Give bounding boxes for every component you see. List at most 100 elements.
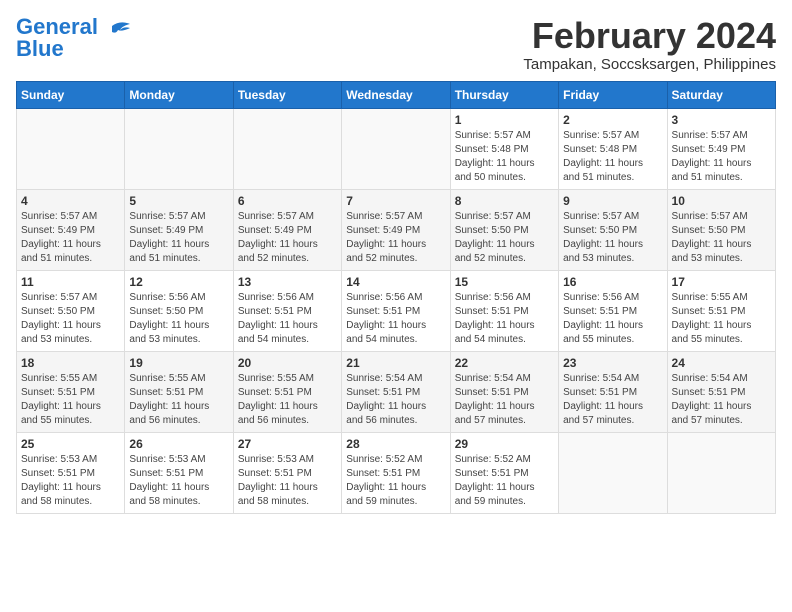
day-info: Sunrise: 5:56 AM Sunset: 5:51 PM Dayligh… <box>346 291 445 347</box>
day-number: 12 <box>129 275 228 289</box>
week-row-4: 18 Sunrise: 5:55 AM Sunset: 5:51 PM Dayli… <box>17 351 776 432</box>
day-info: Sunrise: 5:57 AM Sunset: 5:49 PM Dayligh… <box>672 129 771 185</box>
day-info: Sunrise: 5:53 AM Sunset: 5:51 PM Dayligh… <box>129 453 228 509</box>
calendar-cell <box>667 432 775 513</box>
day-number: 16 <box>563 275 662 289</box>
day-info: Sunrise: 5:57 AM Sunset: 5:49 PM Dayligh… <box>129 210 228 266</box>
day-number: 20 <box>238 356 337 370</box>
day-number: 17 <box>672 275 771 289</box>
column-header-friday: Friday <box>559 81 667 108</box>
calendar-cell: 8 Sunrise: 5:57 AM Sunset: 5:50 PM Daylig… <box>450 189 558 270</box>
calendar-cell <box>342 108 450 189</box>
calendar-cell: 6 Sunrise: 5:57 AM Sunset: 5:49 PM Daylig… <box>233 189 341 270</box>
day-number: 23 <box>563 356 662 370</box>
logo-text: GeneralBlue <box>16 16 98 60</box>
calendar-table: SundayMondayTuesdayWednesdayThursdayFrid… <box>16 81 776 514</box>
calendar-cell <box>559 432 667 513</box>
day-info: Sunrise: 5:54 AM Sunset: 5:51 PM Dayligh… <box>563 372 662 428</box>
column-header-wednesday: Wednesday <box>342 81 450 108</box>
week-row-5: 25Sunrise: 5:53 AM Sunset: 5:51 PM Dayli… <box>17 432 776 513</box>
calendar-cell <box>125 108 233 189</box>
calendar-cell <box>233 108 341 189</box>
day-info: Sunrise: 5:55 AM Sunset: 5:51 PM Dayligh… <box>238 372 337 428</box>
day-info: Sunrise: 5:54 AM Sunset: 5:51 PM Dayligh… <box>346 372 445 428</box>
calendar-cell: 12 Sunrise: 5:56 AM Sunset: 5:50 PM Dayli… <box>125 270 233 351</box>
column-header-sunday: Sunday <box>17 81 125 108</box>
day-number: 19 <box>129 356 228 370</box>
day-number: 26 <box>129 437 228 451</box>
column-header-monday: Monday <box>125 81 233 108</box>
calendar-cell: 17 Sunrise: 5:55 AM Sunset: 5:51 PM Dayli… <box>667 270 775 351</box>
column-header-tuesday: Tuesday <box>233 81 341 108</box>
column-header-thursday: Thursday <box>450 81 558 108</box>
calendar-cell: 20 Sunrise: 5:55 AM Sunset: 5:51 PM Dayli… <box>233 351 341 432</box>
day-number: 1 <box>455 113 554 127</box>
calendar-cell: 29Sunrise: 5:52 AM Sunset: 5:51 PM Dayli… <box>450 432 558 513</box>
day-number: 2 <box>563 113 662 127</box>
calendar-cell: 22Sunrise: 5:54 AM Sunset: 5:51 PM Dayli… <box>450 351 558 432</box>
day-info: Sunrise: 5:52 AM Sunset: 5:51 PM Dayligh… <box>455 453 554 509</box>
calendar-cell: 16 Sunrise: 5:56 AM Sunset: 5:51 PM Dayli… <box>559 270 667 351</box>
day-number: 14 <box>346 275 445 289</box>
calendar-cell: 24Sunrise: 5:54 AM Sunset: 5:51 PM Dayli… <box>667 351 775 432</box>
calendar-cell <box>17 108 125 189</box>
day-number: 6 <box>238 194 337 208</box>
column-header-saturday: Saturday <box>667 81 775 108</box>
day-number: 15 <box>455 275 554 289</box>
day-number: 27 <box>238 437 337 451</box>
calendar-cell: 14 Sunrise: 5:56 AM Sunset: 5:51 PM Dayli… <box>342 270 450 351</box>
day-info: Sunrise: 5:55 AM Sunset: 5:51 PM Dayligh… <box>21 372 120 428</box>
day-info: Sunrise: 5:57 AM Sunset: 5:50 PM Dayligh… <box>455 210 554 266</box>
calendar-cell: 4Sunrise: 5:57 AM Sunset: 5:49 PM Daylig… <box>17 189 125 270</box>
week-row-1: 1 Sunrise: 5:57 AM Sunset: 5:48 PM Daylig… <box>17 108 776 189</box>
day-info: Sunrise: 5:57 AM Sunset: 5:49 PM Dayligh… <box>238 210 337 266</box>
day-info: Sunrise: 5:53 AM Sunset: 5:51 PM Dayligh… <box>21 453 120 509</box>
page-subtitle: Tampakan, Soccsksargen, Philippines <box>523 56 776 73</box>
calendar-cell: 13 Sunrise: 5:56 AM Sunset: 5:51 PM Dayli… <box>233 270 341 351</box>
page-title: February 2024 <box>523 16 776 56</box>
day-info: Sunrise: 5:52 AM Sunset: 5:51 PM Dayligh… <box>346 453 445 509</box>
day-info: Sunrise: 5:56 AM Sunset: 5:51 PM Dayligh… <box>238 291 337 347</box>
calendar-cell: 7 Sunrise: 5:57 AM Sunset: 5:49 PM Daylig… <box>342 189 450 270</box>
day-number: 11 <box>21 275 120 289</box>
calendar-cell: 25Sunrise: 5:53 AM Sunset: 5:51 PM Dayli… <box>17 432 125 513</box>
day-info: Sunrise: 5:57 AM Sunset: 5:48 PM Dayligh… <box>455 129 554 185</box>
day-info: Sunrise: 5:57 AM Sunset: 5:50 PM Dayligh… <box>563 210 662 266</box>
calendar-header: SundayMondayTuesdayWednesdayThursdayFrid… <box>17 81 776 108</box>
day-number: 13 <box>238 275 337 289</box>
day-info: Sunrise: 5:56 AM Sunset: 5:50 PM Dayligh… <box>129 291 228 347</box>
calendar-cell: 27 Sunrise: 5:53 AM Sunset: 5:51 PM Dayli… <box>233 432 341 513</box>
day-number: 22 <box>455 356 554 370</box>
calendar-cell: 19Sunrise: 5:55 AM Sunset: 5:51 PM Dayli… <box>125 351 233 432</box>
day-number: 4 <box>21 194 120 208</box>
day-number: 9 <box>563 194 662 208</box>
day-number: 5 <box>129 194 228 208</box>
day-info: Sunrise: 5:57 AM Sunset: 5:49 PM Dayligh… <box>346 210 445 266</box>
calendar-cell: 5 Sunrise: 5:57 AM Sunset: 5:49 PM Daylig… <box>125 189 233 270</box>
day-number: 28 <box>346 437 445 451</box>
day-info: Sunrise: 5:53 AM Sunset: 5:51 PM Dayligh… <box>238 453 337 509</box>
day-info: Sunrise: 5:54 AM Sunset: 5:51 PM Dayligh… <box>672 372 771 428</box>
calendar-cell: 18 Sunrise: 5:55 AM Sunset: 5:51 PM Dayli… <box>17 351 125 432</box>
day-info: Sunrise: 5:57 AM Sunset: 5:50 PM Dayligh… <box>21 291 120 347</box>
calendar-cell: 10Sunrise: 5:57 AM Sunset: 5:50 PM Dayli… <box>667 189 775 270</box>
logo: GeneralBlue <box>16 16 132 60</box>
week-row-3: 11 Sunrise: 5:57 AM Sunset: 5:50 PM Dayli… <box>17 270 776 351</box>
day-info: Sunrise: 5:57 AM Sunset: 5:48 PM Dayligh… <box>563 129 662 185</box>
calendar-cell: 23 Sunrise: 5:54 AM Sunset: 5:51 PM Dayli… <box>559 351 667 432</box>
calendar-cell: 11 Sunrise: 5:57 AM Sunset: 5:50 PM Dayli… <box>17 270 125 351</box>
day-info: Sunrise: 5:56 AM Sunset: 5:51 PM Dayligh… <box>563 291 662 347</box>
day-info: Sunrise: 5:56 AM Sunset: 5:51 PM Dayligh… <box>455 291 554 347</box>
day-number: 7 <box>346 194 445 208</box>
calendar-cell: 28 Sunrise: 5:52 AM Sunset: 5:51 PM Dayli… <box>342 432 450 513</box>
calendar-body: 1 Sunrise: 5:57 AM Sunset: 5:48 PM Daylig… <box>17 108 776 513</box>
calendar-cell: 1 Sunrise: 5:57 AM Sunset: 5:48 PM Daylig… <box>450 108 558 189</box>
day-number: 21 <box>346 356 445 370</box>
logo-bird-icon <box>102 18 132 48</box>
day-info: Sunrise: 5:55 AM Sunset: 5:51 PM Dayligh… <box>672 291 771 347</box>
day-number: 18 <box>21 356 120 370</box>
calendar-cell: 3Sunrise: 5:57 AM Sunset: 5:49 PM Daylig… <box>667 108 775 189</box>
week-row-2: 4 Sunrise: 5:57 AM Sunset: 5:49 PM Daylig… <box>17 189 776 270</box>
calendar-cell: 2 Sunrise: 5:57 AM Sunset: 5:48 PM Daylig… <box>559 108 667 189</box>
day-number: 8 <box>455 194 554 208</box>
